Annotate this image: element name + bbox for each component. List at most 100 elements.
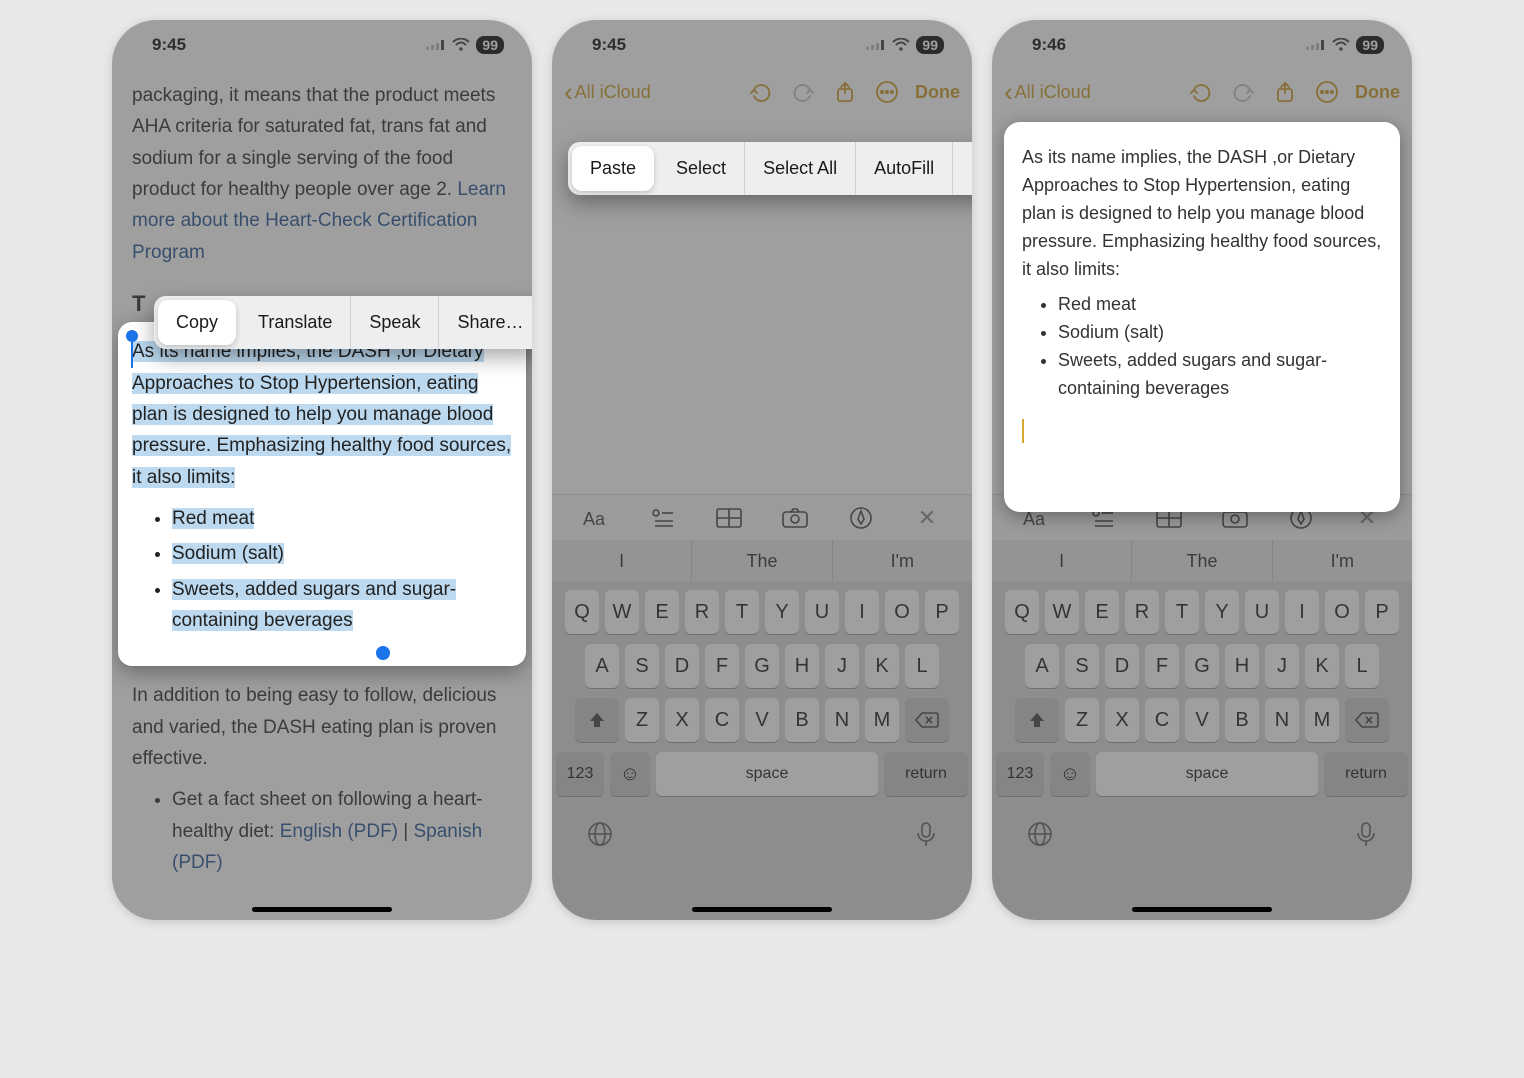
- english-pdf-link[interactable]: English (PDF): [280, 821, 398, 842]
- dictation-key[interactable]: [914, 820, 938, 853]
- space-key[interactable]: space: [1096, 752, 1318, 796]
- key-y[interactable]: Y: [1205, 590, 1239, 634]
- note-content[interactable]: As its name implies, the DASH ,or Dietar…: [1004, 122, 1400, 512]
- close-format-button[interactable]: ✕: [910, 501, 944, 535]
- key-s[interactable]: S: [1065, 644, 1099, 688]
- key-u[interactable]: U: [805, 590, 839, 634]
- key-d[interactable]: D: [1105, 644, 1139, 688]
- key-s[interactable]: S: [625, 644, 659, 688]
- key-n[interactable]: N: [1265, 698, 1299, 742]
- key-q[interactable]: Q: [565, 590, 599, 634]
- delete-key[interactable]: [905, 698, 949, 742]
- key-q[interactable]: Q: [1005, 590, 1039, 634]
- numbers-key[interactable]: 123: [996, 752, 1044, 796]
- key-p[interactable]: P: [925, 590, 959, 634]
- globe-key[interactable]: [1026, 820, 1054, 853]
- select-all-button[interactable]: Select All: [745, 142, 856, 195]
- key-r[interactable]: R: [685, 590, 719, 634]
- key-n[interactable]: N: [825, 698, 859, 742]
- home-indicator[interactable]: [252, 907, 392, 912]
- select-button[interactable]: Select: [658, 142, 745, 195]
- emoji-key[interactable]: ☺: [610, 752, 650, 796]
- key-u[interactable]: U: [1245, 590, 1279, 634]
- prediction-3[interactable]: I'm: [1273, 540, 1412, 582]
- selection-region[interactable]: As its name implies, the DASH ,or Dietar…: [118, 322, 526, 666]
- key-y[interactable]: Y: [765, 590, 799, 634]
- copy-button[interactable]: Copy: [158, 300, 236, 345]
- back-button[interactable]: ‹ All iCloud: [564, 79, 651, 105]
- selection-handle-end[interactable]: [376, 646, 390, 660]
- checklist-button[interactable]: [646, 501, 680, 535]
- prediction-3[interactable]: I'm: [833, 540, 972, 582]
- key-h[interactable]: H: [1225, 644, 1259, 688]
- key-z[interactable]: Z: [1065, 698, 1099, 742]
- bullet-item[interactable]: Sodium (salt): [172, 543, 284, 564]
- key-g[interactable]: G: [745, 644, 779, 688]
- key-l[interactable]: L: [905, 644, 939, 688]
- key-p[interactable]: P: [1365, 590, 1399, 634]
- share-button[interactable]: [1271, 78, 1299, 106]
- key-x[interactable]: X: [1105, 698, 1139, 742]
- more-button[interactable]: [1313, 78, 1341, 106]
- key-i[interactable]: I: [845, 590, 879, 634]
- dictation-key[interactable]: [1354, 820, 1378, 853]
- return-key[interactable]: return: [884, 752, 968, 796]
- back-button[interactable]: ‹ All iCloud: [1004, 79, 1091, 105]
- done-button[interactable]: Done: [915, 82, 960, 103]
- camera-button[interactable]: [778, 501, 812, 535]
- key-b[interactable]: B: [785, 698, 819, 742]
- key-o[interactable]: O: [1325, 590, 1359, 634]
- key-k[interactable]: K: [865, 644, 899, 688]
- key-r[interactable]: R: [1125, 590, 1159, 634]
- key-b[interactable]: B: [1225, 698, 1259, 742]
- share-button[interactable]: [831, 78, 859, 106]
- space-key[interactable]: space: [656, 752, 878, 796]
- translate-button[interactable]: Translate: [240, 296, 351, 349]
- key-e[interactable]: E: [1085, 590, 1119, 634]
- autofill-button[interactable]: AutoFill: [856, 142, 953, 195]
- key-j[interactable]: J: [1265, 644, 1299, 688]
- prediction-2[interactable]: The: [1132, 540, 1272, 582]
- shift-key[interactable]: [575, 698, 619, 742]
- key-j[interactable]: J: [825, 644, 859, 688]
- done-button[interactable]: Done: [1355, 82, 1400, 103]
- more-arrow-button[interactable]: ›: [953, 142, 972, 195]
- key-g[interactable]: G: [1185, 644, 1219, 688]
- key-m[interactable]: M: [865, 698, 899, 742]
- bullet-item[interactable]: Red meat: [172, 508, 254, 529]
- key-x[interactable]: X: [665, 698, 699, 742]
- undo-button[interactable]: [1187, 78, 1215, 106]
- key-a[interactable]: A: [1025, 644, 1059, 688]
- delete-key[interactable]: [1345, 698, 1389, 742]
- key-f[interactable]: F: [1145, 644, 1179, 688]
- return-key[interactable]: return: [1324, 752, 1408, 796]
- selected-paragraph[interactable]: As its name implies, the DASH ,or Dietar…: [132, 341, 511, 487]
- home-indicator[interactable]: [692, 907, 832, 912]
- key-w[interactable]: W: [1045, 590, 1079, 634]
- key-w[interactable]: W: [605, 590, 639, 634]
- home-indicator[interactable]: [1132, 907, 1272, 912]
- emoji-key[interactable]: ☺: [1050, 752, 1090, 796]
- speak-button[interactable]: Speak: [351, 296, 439, 349]
- table-button[interactable]: [712, 501, 746, 535]
- key-i[interactable]: I: [1285, 590, 1319, 634]
- undo-button[interactable]: [747, 78, 775, 106]
- numbers-key[interactable]: 123: [556, 752, 604, 796]
- key-z[interactable]: Z: [625, 698, 659, 742]
- prediction-1[interactable]: I: [992, 540, 1132, 582]
- shift-key[interactable]: [1015, 698, 1059, 742]
- text-style-button[interactable]: Aa: [580, 501, 614, 535]
- key-v[interactable]: V: [745, 698, 779, 742]
- paste-button[interactable]: Paste: [572, 146, 654, 191]
- globe-key[interactable]: [586, 820, 614, 853]
- key-m[interactable]: M: [1305, 698, 1339, 742]
- key-t[interactable]: T: [725, 590, 759, 634]
- key-k[interactable]: K: [1305, 644, 1339, 688]
- bullet-item[interactable]: Sweets, added sugars and sugar-containin…: [172, 579, 456, 631]
- key-e[interactable]: E: [645, 590, 679, 634]
- share-button[interactable]: Share…: [439, 296, 532, 349]
- prediction-2[interactable]: The: [692, 540, 832, 582]
- prediction-1[interactable]: I: [552, 540, 692, 582]
- key-c[interactable]: C: [1145, 698, 1179, 742]
- key-d[interactable]: D: [665, 644, 699, 688]
